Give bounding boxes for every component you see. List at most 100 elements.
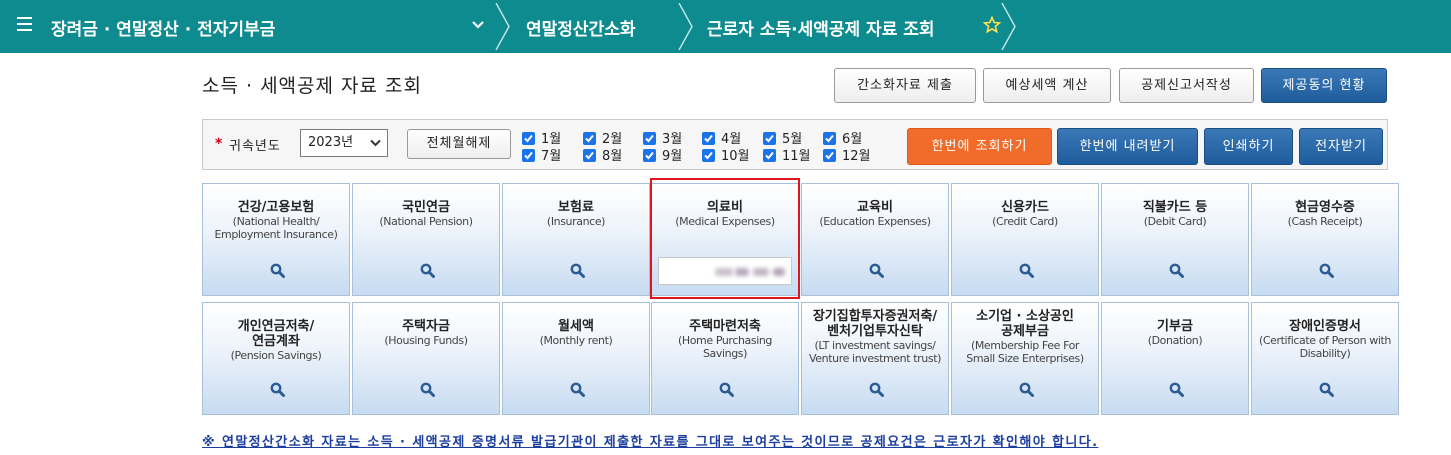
estimate-tax-button[interactable]: 예상세액 계산	[983, 68, 1111, 103]
category-english-name: (LT investment savings/	[814, 339, 936, 352]
category-english-name: (Donation)	[1147, 334, 1203, 347]
category-name: 교육비	[857, 200, 893, 215]
checkbox-checked-icon[interactable]	[583, 132, 596, 145]
checkbox-checked-icon[interactable]	[643, 149, 656, 162]
search-icon[interactable]	[1169, 382, 1184, 397]
checkbox-checked-icon[interactable]	[763, 149, 776, 162]
checkbox-checked-icon[interactable]	[823, 149, 836, 162]
digital-sign-button[interactable]: 전자받기	[1299, 128, 1383, 165]
required-mark: *	[215, 136, 223, 152]
month-label: 7월	[541, 149, 562, 164]
search-icon[interactable]	[719, 382, 734, 397]
search-icon[interactable]	[869, 382, 884, 397]
month-checkbox-9[interactable]: 9월	[643, 145, 682, 164]
category-name: 현금영수증	[1295, 200, 1355, 215]
category-english-name: Employment Insurance)	[214, 228, 338, 241]
month-checkbox-7[interactable]: 7월	[522, 145, 561, 164]
search-icon[interactable]	[420, 382, 435, 397]
category-name: 연금계좌	[252, 334, 300, 349]
category-tile-12[interactable]: 주택마련저축 (Home Purchasing Savings)	[651, 302, 799, 415]
category-name: 장애인증명서	[1289, 319, 1361, 334]
category-english-name: (Insurance)	[546, 215, 606, 228]
month-checkbox-8[interactable]: 8월	[583, 145, 622, 164]
query-all-button[interactable]: 한번에 조회하기	[907, 128, 1052, 165]
star-icon[interactable]	[983, 16, 1001, 34]
category-english-name: Disability)	[1299, 347, 1351, 360]
print-button[interactable]: 인쇄하기	[1204, 128, 1293, 165]
category-tile-3[interactable]: 보험료 (Insurance)	[502, 183, 650, 296]
top-navigation-bar: 장려금 · 연말정산 · 전자기부금 연말정산간소화 근로자 소득·세액공제 자…	[0, 0, 1451, 53]
checkbox-checked-icon[interactable]	[823, 132, 836, 145]
category-tile-1[interactable]: 건강/고용보험 (National Health/Employment Insur…	[202, 183, 350, 296]
category-tile-15[interactable]: 기부금 (Donation)	[1101, 302, 1249, 415]
month-checkbox-11[interactable]: 11월	[763, 145, 811, 164]
year-select[interactable]: 2023년	[300, 129, 388, 157]
search-icon[interactable]	[1319, 263, 1334, 278]
month-label: 8월	[602, 149, 623, 164]
category-tile-7[interactable]: 직불카드 등 (Debit Card)	[1101, 183, 1249, 296]
provision-status-button[interactable]: 제공동의 현황	[1261, 68, 1387, 103]
search-icon[interactable]	[1169, 263, 1184, 278]
category-name: 벤처기업투자신탁	[827, 324, 923, 339]
category-tile-9[interactable]: 개인연금저축/연금계좌 (Pension Savings)	[202, 302, 350, 415]
category-name: 의료비	[707, 200, 743, 215]
category-tile-14[interactable]: 소기업 · 소상공인 공제부금 (Membership Fee For Small S…	[951, 302, 1099, 415]
checkbox-checked-icon[interactable]	[522, 149, 535, 162]
chevron-down-icon[interactable]	[470, 18, 486, 32]
category-english-name: (Membership Fee For	[970, 339, 1080, 352]
category-name: 기부금	[1157, 319, 1193, 334]
category-name: 주택마련저축	[689, 319, 761, 334]
search-icon[interactable]	[420, 263, 435, 278]
category-english-name: Venture investment trust)	[809, 352, 941, 365]
category-english-name: (Pension Savings)	[230, 349, 322, 362]
search-icon[interactable]	[270, 382, 285, 397]
filter-bar: * 귀속년도 2023년 전체월해제 1월 2월 3월 4월 5월 6월 7월 8월 9월 10월…	[202, 119, 1388, 170]
month-label: 10월	[721, 149, 750, 164]
category-tile-8[interactable]: 현금영수증 (Cash Receipt)	[1251, 183, 1399, 296]
category-name: 장기집합투자증권저축/	[812, 309, 938, 324]
category-tile-13[interactable]: 장기집합투자증권저축/벤처기업투자신탁 (LT investment saving…	[801, 302, 949, 415]
checkbox-checked-icon[interactable]	[702, 149, 715, 162]
category-english-name: (National Health/	[232, 215, 320, 228]
checkbox-checked-icon[interactable]	[702, 132, 715, 145]
category-name: 국민연금	[402, 200, 450, 215]
category-tile-11[interactable]: 월세액 (Monthly rent)	[502, 302, 650, 415]
deduction-form-button[interactable]: 공제신고서작성	[1119, 68, 1254, 103]
category-tile-16[interactable]: 장애인증명서 (Certificate of Person with Disabil…	[1251, 302, 1399, 415]
breadcrumb-main-menu[interactable]: 장려금 · 연말정산 · 전자기부금	[51, 15, 275, 40]
search-icon[interactable]	[1319, 382, 1334, 397]
download-all-button[interactable]: 한번에 내려받기	[1057, 128, 1198, 165]
category-english-name: Small Size Enterprises)	[966, 352, 1084, 365]
search-icon[interactable]	[869, 263, 884, 278]
month-checkbox-10[interactable]: 10월	[702, 145, 750, 164]
breadcrumb-simplified-service[interactable]: 연말정산간소화	[526, 15, 635, 40]
category-tile-10[interactable]: 주택자금 (Housing Funds)	[352, 302, 500, 415]
search-icon[interactable]	[570, 382, 585, 397]
category-english-name: (Monthly rent)	[539, 334, 613, 347]
search-icon[interactable]	[1019, 263, 1034, 278]
notice-text[interactable]: ※ 연말정산간소화 자료는 소득 · 세액공제 증명서류 발급기관이 제출한 자…	[202, 431, 1098, 450]
breadcrumb-current-page: 근로자 소득·세액공제 자료 조회	[707, 20, 935, 40]
toggle-all-months-button[interactable]: 전체월해제	[407, 129, 511, 159]
category-tile-4[interactable]: 의료비 (Medical Expenses)	[651, 183, 799, 296]
search-icon[interactable]	[1019, 382, 1034, 397]
category-english-name: Savings)	[702, 347, 748, 360]
category-tile-5[interactable]: 교육비 (Education Expenses)	[801, 183, 949, 296]
category-tile-6[interactable]: 신용카드 (Credit Card)	[951, 183, 1099, 296]
page-title: 소득 · 세액공제 자료 조회	[202, 75, 422, 97]
search-icon[interactable]	[570, 263, 585, 278]
category-tile-2[interactable]: 국민연금 (National Pension)	[352, 183, 500, 296]
search-icon[interactable]	[270, 263, 285, 278]
category-name: 건강/고용보험	[237, 200, 315, 215]
category-name: 주택자금	[402, 319, 450, 334]
menu-icon[interactable]	[17, 17, 32, 31]
checkbox-checked-icon[interactable]	[583, 149, 596, 162]
category-english-name: (Debit Card)	[1143, 215, 1207, 228]
category-english-name: (Housing Funds)	[384, 334, 468, 347]
checkbox-checked-icon[interactable]	[763, 132, 776, 145]
month-checkbox-12[interactable]: 12월	[823, 145, 871, 164]
checkbox-checked-icon[interactable]	[522, 132, 535, 145]
checkbox-checked-icon[interactable]	[643, 132, 656, 145]
submit-simplified-data-button[interactable]: 간소화자료 제출	[834, 68, 976, 103]
category-name: 월세액	[558, 319, 594, 334]
